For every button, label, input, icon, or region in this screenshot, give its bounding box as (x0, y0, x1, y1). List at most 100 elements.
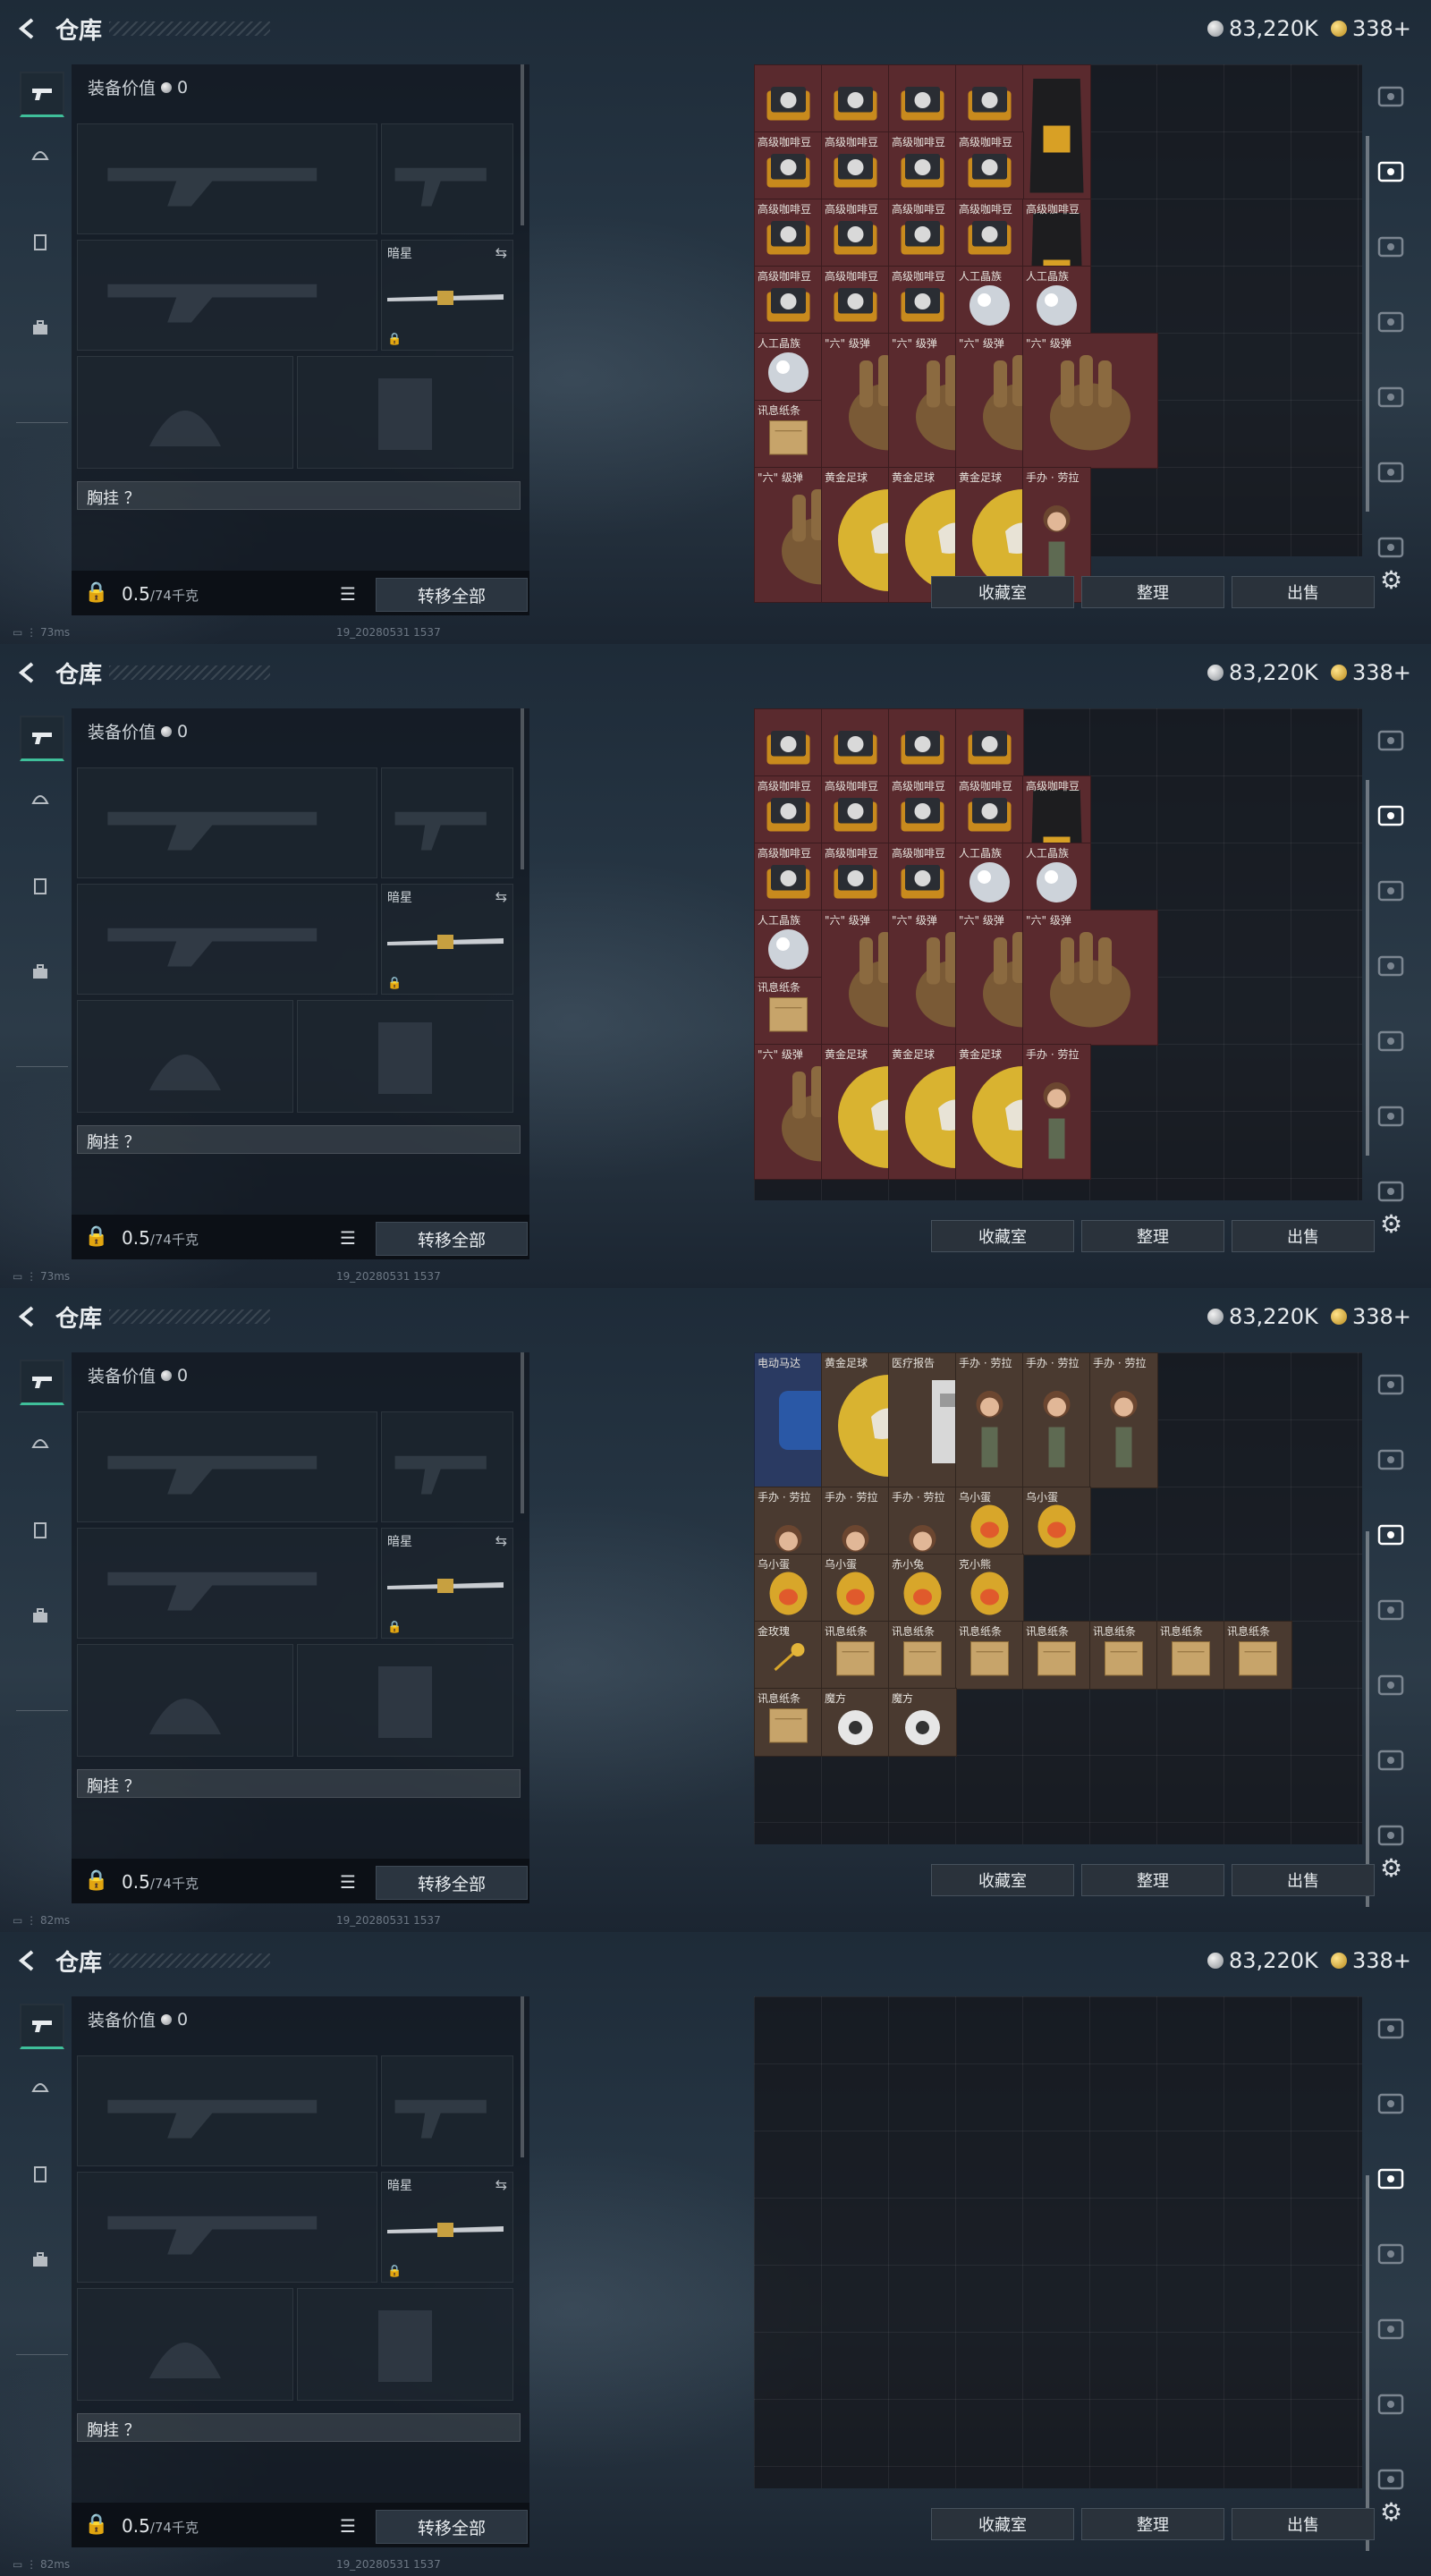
collection-room-button[interactable]: 收藏室 (931, 1864, 1074, 1896)
storage-item[interactable] (888, 708, 957, 777)
storage-item[interactable]: 高级咖啡豆 (754, 775, 823, 844)
storage-tab-4-icon[interactable] (1376, 381, 1408, 413)
tab-helmet[interactable] (20, 136, 61, 177)
gear-icon[interactable]: ⚙ (1380, 1853, 1402, 1883)
storage-item[interactable]: "六" 级弹 (1022, 333, 1158, 469)
storage-item[interactable]: 高级咖啡豆 (821, 266, 890, 335)
storage-item[interactable]: 讯息纸条 (754, 400, 823, 469)
transfer-all-button[interactable]: 转移全部 (376, 578, 528, 612)
storage-tab-1-icon[interactable] (1376, 800, 1408, 832)
sell-button[interactable]: 出售 (1232, 576, 1375, 608)
pistol-slot[interactable] (381, 123, 513, 234)
storage-item[interactable]: 人工晶族 (1022, 266, 1091, 335)
storage-scrollbar[interactable] (1366, 1531, 1369, 1907)
tab-bag[interactable] (20, 2240, 61, 2281)
gold-currency[interactable]: 338+ (1331, 660, 1411, 685)
storage-item[interactable]: 讯息纸条 (1022, 1621, 1091, 1690)
safe-box-icon[interactable] (1376, 1368, 1408, 1401)
sort-button[interactable]: 整理 (1081, 576, 1224, 608)
storage-tab-2-icon[interactable] (1376, 231, 1408, 263)
equipment-scrollbar[interactable] (521, 1996, 524, 2157)
melee-slot[interactable]: 暗星 ⇆ 🔒 (381, 1528, 513, 1639)
primary-weapon-slot[interactable] (77, 2055, 377, 2166)
storage-tab-1-icon[interactable] (1376, 2088, 1408, 2120)
storage-tab-4-icon[interactable] (1376, 1669, 1408, 1701)
storage-tab-3-icon[interactable] (1376, 950, 1408, 982)
storage-item[interactable]: 讯息纸条 (1156, 1621, 1225, 1690)
storage-item[interactable]: 手办 · 劳拉 (1089, 1352, 1158, 1488)
storage-item[interactable]: 讯息纸条 (821, 1621, 890, 1690)
list-icon[interactable]: ☰ (340, 583, 356, 605)
storage-item[interactable] (821, 64, 890, 133)
sort-button[interactable]: 整理 (1081, 1220, 1224, 1252)
storage-item[interactable]: 人工晶族 (1022, 843, 1091, 911)
storage-item[interactable] (1022, 64, 1091, 200)
storage-item[interactable]: 克小熊 (955, 1554, 1024, 1623)
collection-room-button[interactable]: 收藏室 (931, 2508, 1074, 2540)
list-icon[interactable]: ☰ (340, 2515, 356, 2537)
storage-scrollbar[interactable] (1366, 780, 1369, 1156)
collection-room-button[interactable]: 收藏室 (931, 576, 1074, 608)
storage-item[interactable]: 讯息纸条 (955, 1621, 1024, 1690)
storage-item[interactable]: "六" 级弹 (1022, 910, 1158, 1046)
armor-slot[interactable] (297, 356, 513, 469)
storage-item[interactable] (754, 708, 823, 777)
storage-tab-6-icon[interactable] (1376, 1175, 1408, 1208)
storage-item[interactable]: 乌小蛋 (754, 1554, 823, 1623)
equipment-scrollbar[interactable] (521, 708, 524, 869)
collection-room-button[interactable]: 收藏室 (931, 1220, 1074, 1252)
tab-helmet[interactable] (20, 1424, 61, 1465)
sort-button[interactable]: 整理 (1081, 1864, 1224, 1896)
safe-box-icon[interactable] (1376, 80, 1408, 113)
storage-tab-3-icon[interactable] (1376, 306, 1408, 338)
storage-item[interactable]: 手办 · 劳拉 (955, 1352, 1024, 1488)
storage-item[interactable]: 手办 · 劳拉 (1022, 1044, 1091, 1180)
storage-item[interactable]: 乌小蛋 (821, 1554, 890, 1623)
storage-item[interactable]: 高级咖啡豆 (955, 131, 1024, 200)
tab-bag[interactable] (20, 952, 61, 993)
chest-rig-row[interactable]: 胸挂 ？ (77, 481, 521, 510)
primary-weapon-slot[interactable] (77, 767, 377, 878)
gold-currency[interactable]: 338+ (1331, 1304, 1411, 1329)
helmet-slot[interactable] (77, 1644, 293, 1757)
helmet-slot[interactable] (77, 356, 293, 469)
storage-tab-6-icon[interactable] (1376, 1819, 1408, 1852)
safe-box-icon[interactable] (1376, 724, 1408, 757)
equipment-scrollbar[interactable] (521, 64, 524, 225)
storage-tab-2-icon[interactable] (1376, 2163, 1408, 2195)
melee-slot[interactable]: 暗星 ⇆ 🔒 (381, 240, 513, 351)
storage-item[interactable]: 讯息纸条 (888, 1621, 957, 1690)
back-arrow-icon[interactable] (14, 1304, 39, 1329)
tab-weapons[interactable] (20, 1360, 64, 1405)
secondary-weapon-slot[interactable] (77, 2172, 377, 2283)
storage-tab-2-icon[interactable] (1376, 875, 1408, 907)
storage-item[interactable]: 高级咖啡豆 (754, 843, 823, 911)
storage-tab-5-icon[interactable] (1376, 1744, 1408, 1776)
storage-item[interactable]: 魔方 (821, 1688, 890, 1757)
helmet-slot[interactable] (77, 2288, 293, 2401)
chest-rig-row[interactable]: 胸挂 ？ (77, 1769, 521, 1798)
safe-box-icon[interactable] (1376, 2012, 1408, 2045)
tab-weapons[interactable] (20, 2004, 64, 2049)
storage-tab-3-icon[interactable] (1376, 1594, 1408, 1626)
storage-item[interactable]: 高级咖啡豆 (888, 843, 957, 911)
tab-armor[interactable] (20, 1510, 61, 1551)
storage-item[interactable]: 高级咖啡豆 (888, 775, 957, 844)
pistol-slot[interactable] (381, 767, 513, 878)
tab-bag[interactable] (20, 308, 61, 349)
sell-button[interactable]: 出售 (1232, 1220, 1375, 1252)
storage-item[interactable] (821, 708, 890, 777)
gear-icon[interactable]: ⚙ (1380, 565, 1402, 595)
storage-scrollbar[interactable] (1366, 2175, 1369, 2551)
storage-tab-5-icon[interactable] (1376, 456, 1408, 488)
storage-item[interactable] (888, 64, 957, 133)
tab-bag[interactable] (20, 1596, 61, 1637)
storage-item[interactable]: 高级咖啡豆 (955, 199, 1024, 267)
transfer-all-button[interactable]: 转移全部 (376, 1866, 528, 1900)
tab-armor[interactable] (20, 2154, 61, 2195)
tab-weapons[interactable] (20, 716, 64, 761)
storage-item[interactable] (955, 708, 1024, 777)
storage-tab-4-icon[interactable] (1376, 2313, 1408, 2345)
storage-tab-6-icon[interactable] (1376, 2463, 1408, 2496)
storage-item[interactable] (754, 64, 823, 133)
